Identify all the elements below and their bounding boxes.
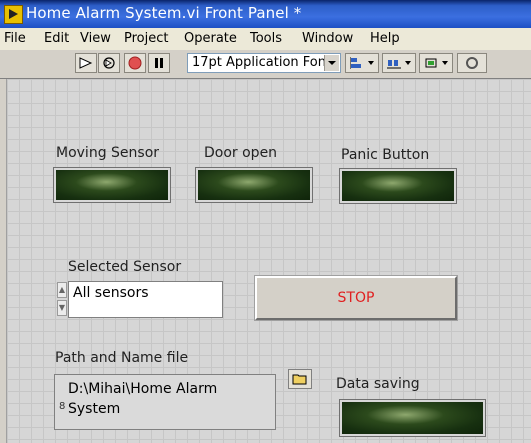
menu-tools[interactable]: Tools <box>250 31 282 46</box>
browse-folder-button[interactable] <box>288 369 312 389</box>
labview-vi-icon <box>4 5 23 24</box>
panic-button-led[interactable] <box>339 168 457 204</box>
abort-icon[interactable] <box>124 53 146 73</box>
menu-view[interactable]: View <box>80 31 111 46</box>
path-label: Path and Name file <box>55 350 189 366</box>
menu-help[interactable]: Help <box>370 31 400 46</box>
panic-button-label: Panic Button <box>341 147 430 163</box>
front-panel: Moving Sensor Door open Panic Button Sel… <box>6 79 531 443</box>
menu-edit[interactable]: Edit <box>44 31 69 46</box>
door-open-label: Door open <box>204 145 278 161</box>
folder-icon <box>292 374 307 385</box>
selected-sensor-value: All sensors <box>73 285 149 301</box>
menu-project[interactable]: Project <box>124 31 168 46</box>
stop-button-label: STOP <box>337 290 375 306</box>
selected-sensor-label: Selected Sensor <box>68 259 182 275</box>
resize-objects-icon[interactable] <box>419 53 453 73</box>
data-saving-led[interactable] <box>339 399 486 437</box>
reorder-icon[interactable] <box>457 53 487 73</box>
distribute-objects-icon[interactable] <box>382 53 416 73</box>
increment-arrow-icon[interactable]: ▲ <box>57 282 67 298</box>
menu-file[interactable]: File <box>4 31 26 46</box>
path-field[interactable]: 8 D:\Mihai\Home Alarm System <box>54 374 276 430</box>
pause-icon[interactable] <box>148 53 170 73</box>
door-open-led[interactable] <box>195 167 313 203</box>
path-value: D:\Mihai\Home Alarm System <box>68 381 218 417</box>
menu-window[interactable]: Window <box>302 31 353 46</box>
path-prefix: 8 <box>59 401 66 412</box>
window-title: Home Alarm System.vi Front Panel * <box>26 4 302 22</box>
run-continuously-icon[interactable] <box>98 53 120 73</box>
decrement-arrow-icon[interactable]: ▼ <box>57 300 67 316</box>
chevron-down-icon[interactable] <box>324 55 339 71</box>
align-objects-icon[interactable] <box>345 53 379 73</box>
moving-sensor-label: Moving Sensor <box>56 145 160 161</box>
data-saving-label: Data saving <box>336 376 420 392</box>
run-arrow-icon[interactable] <box>75 53 97 73</box>
moving-sensor-led[interactable] <box>53 167 171 203</box>
title-bar[interactable]: Home Alarm System.vi Front Panel * <box>0 0 531 28</box>
font-select-value: 17pt Application Font <box>192 55 332 70</box>
selected-sensor-field[interactable]: All sensors <box>68 281 223 318</box>
font-select[interactable]: 17pt Application Font <box>187 53 341 73</box>
menu-operate[interactable]: Operate <box>184 31 237 46</box>
stop-button[interactable]: STOP <box>254 275 458 321</box>
toolbar: 17pt Application Font <box>0 50 531 79</box>
menu-bar: File Edit View Project Operate Tools Win… <box>0 28 531 51</box>
